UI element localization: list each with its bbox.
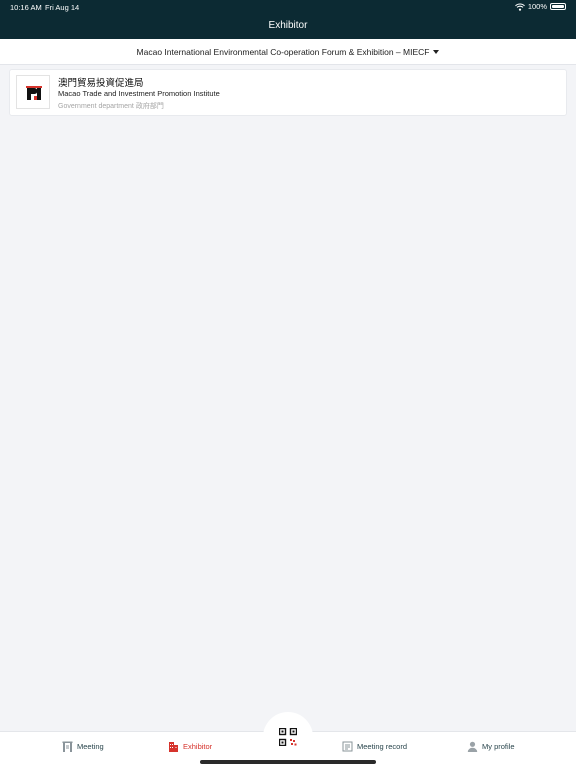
tab-meeting-record[interactable]: Meeting record — [342, 738, 407, 754]
ipim-logo-icon — [16, 75, 50, 109]
wifi-icon — [514, 3, 525, 11]
battery-icon — [550, 3, 566, 10]
tab-meeting-label: Meeting — [77, 741, 104, 751]
status-indicators: 100% — [514, 2, 566, 11]
exhibitor-card[interactable]: 澳門貿易投資促進局 Macao Trade and Investment Pro… — [9, 69, 567, 116]
battery-percent: 100% — [527, 2, 547, 11]
tab-exhibitor-label: Exhibitor — [183, 741, 213, 751]
tab-my-profile[interactable]: My profile — [467, 738, 515, 754]
event-selector-label: Macao International Environmental Co-ope… — [136, 46, 430, 57]
exhibitor-category: Government department 政府部門 — [58, 103, 164, 110]
building-icon — [169, 741, 178, 752]
exhibitor-name-zh: 澳門貿易投資促進局 — [58, 78, 144, 89]
person-icon — [467, 741, 478, 752]
event-selector[interactable]: Macao International Environmental Co-ope… — [0, 39, 576, 65]
exhibitor-name-en: Macao Trade and Investment Promotion Ins… — [58, 89, 220, 98]
tab-meeting[interactable]: Meeting — [62, 738, 104, 754]
status-time: 10:16 AM — [10, 3, 42, 12]
tab-my-profile-label: My profile — [482, 741, 515, 751]
qr-code-icon — [279, 728, 297, 746]
status-bar: 10:16 AM Fri Aug 14 100% — [0, 0, 576, 14]
home-indicator — [200, 760, 376, 764]
page-title: Exhibitor — [268, 20, 308, 31]
qr-scan-button[interactable] — [263, 712, 313, 752]
caret-down-icon — [433, 49, 440, 54]
top-bar: 10:16 AM Fri Aug 14 100% Exhibitor — [0, 0, 576, 39]
record-icon — [342, 741, 353, 751]
tab-meeting-record-label: Meeting record — [357, 741, 408, 751]
tab-exhibitor[interactable]: Exhibitor — [168, 738, 212, 754]
status-date: Fri Aug 14 — [45, 3, 80, 12]
meeting-icon — [62, 741, 73, 752]
